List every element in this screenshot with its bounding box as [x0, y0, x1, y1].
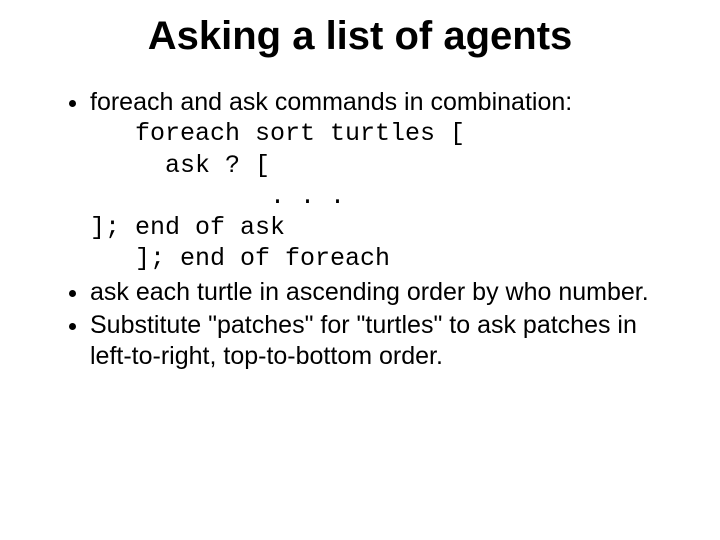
bullet-list: foreach and ask commands in combination:…	[60, 87, 660, 372]
bullet-text: Substitute "patches" for "turtles" to as…	[90, 311, 637, 370]
slide: Asking a list of agents foreach and ask …	[0, 0, 720, 540]
code-line: ]; end of foreach	[90, 243, 660, 274]
slide-title: Asking a list of agents	[60, 14, 660, 59]
bullet-item: foreach and ask commands in combination:…	[90, 87, 660, 275]
code-line: . . .	[90, 181, 660, 212]
code-line: ask ? [	[90, 150, 660, 181]
bullet-text: foreach and ask commands in combination:	[90, 88, 572, 116]
code-line: ]; end of ask	[90, 212, 660, 243]
bullet-item: Substitute "patches" for "turtles" to as…	[90, 310, 660, 373]
code-line: foreach sort turtles [	[90, 118, 660, 149]
bullet-text: ask each turtle in ascending order by wh…	[90, 278, 649, 306]
bullet-item: ask each turtle in ascending order by wh…	[90, 277, 660, 308]
